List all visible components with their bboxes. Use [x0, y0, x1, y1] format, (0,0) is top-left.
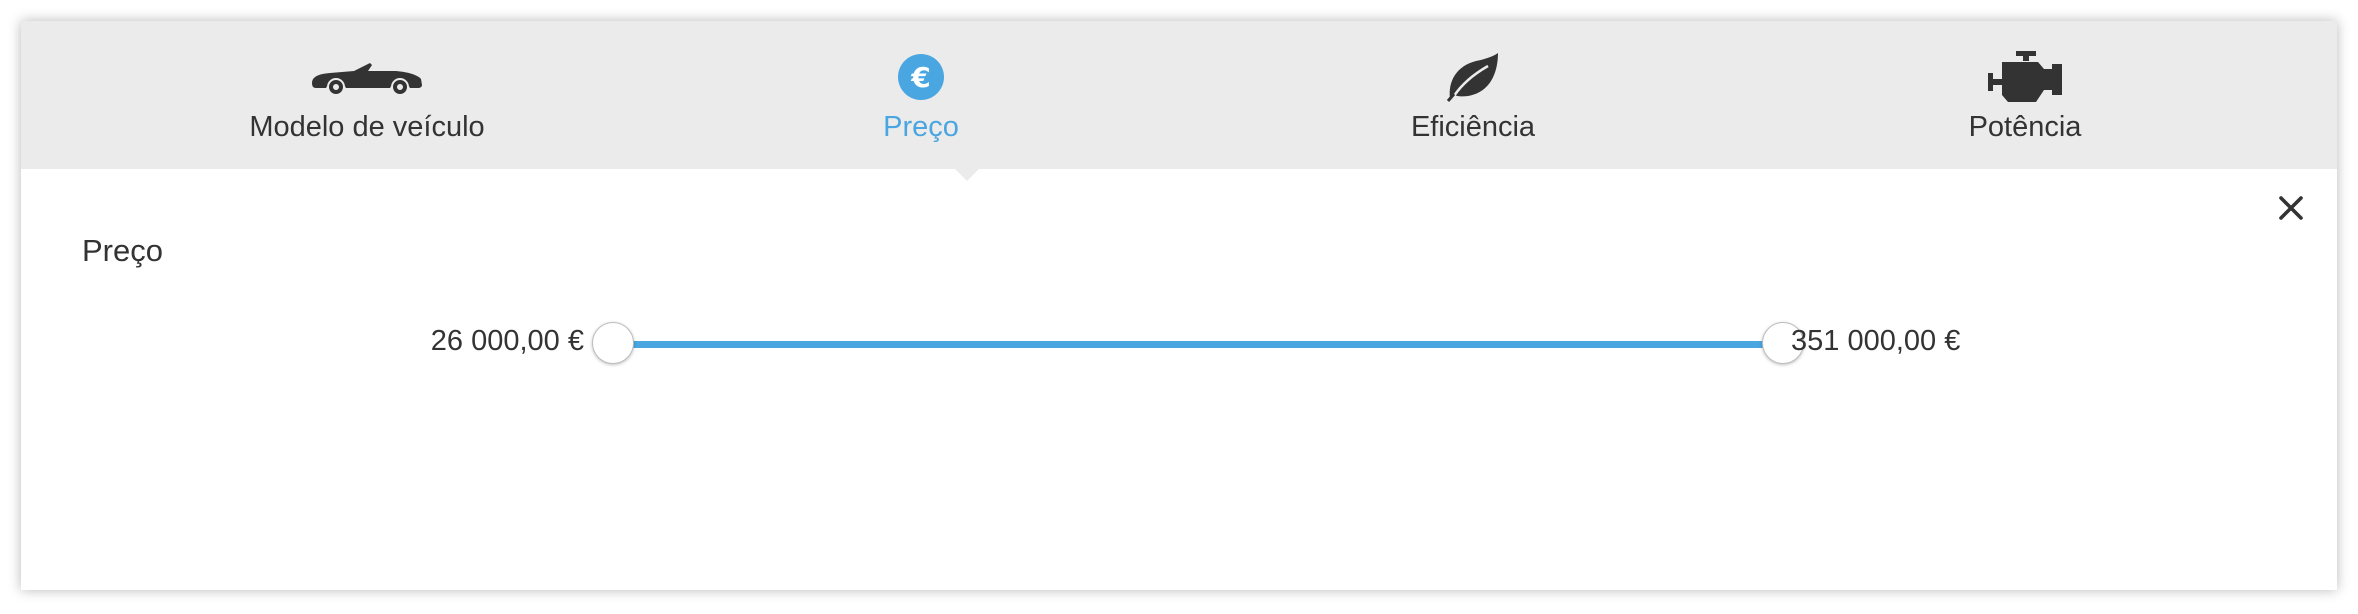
- close-button[interactable]: [2271, 188, 2311, 228]
- tab-price-label: Preço: [883, 111, 959, 143]
- price-min-value: 26 000,00 €: [430, 325, 584, 357]
- euro-icon: €: [861, 51, 981, 103]
- tab-efficiency-label: Eficiência: [1410, 111, 1536, 143]
- price-max-value: 351 000,00 €: [1791, 325, 1961, 357]
- price-range-slider[interactable]: [592, 318, 1804, 370]
- slider-selected-range: [613, 341, 1783, 348]
- tab-price[interactable]: € Preço: [645, 21, 1197, 169]
- euro-glyph: €: [898, 54, 944, 100]
- filter-panel: Modelo de veículo € Preço Eficiência Pot…: [21, 21, 2337, 590]
- filter-tab-bar: Modelo de veículo € Preço Eficiência Pot…: [21, 21, 2337, 169]
- close-icon: [2279, 196, 2303, 220]
- leaf-icon: [1413, 51, 1533, 103]
- tab-power-label: Potência: [1968, 111, 2082, 143]
- tab-efficiency[interactable]: Eficiência: [1197, 21, 1749, 169]
- tab-vehicle-model[interactable]: Modelo de veículo: [91, 21, 643, 169]
- tab-vehicle-model-label: Modelo de veículo: [249, 111, 485, 143]
- active-tab-pointer: [955, 169, 979, 181]
- car-convertible-icon: [307, 51, 427, 103]
- slider-min-handle[interactable]: [592, 322, 634, 364]
- engine-icon: [1965, 51, 2085, 103]
- price-filter-title: Preço: [82, 233, 163, 268]
- tab-power[interactable]: Potência: [1749, 21, 2301, 169]
